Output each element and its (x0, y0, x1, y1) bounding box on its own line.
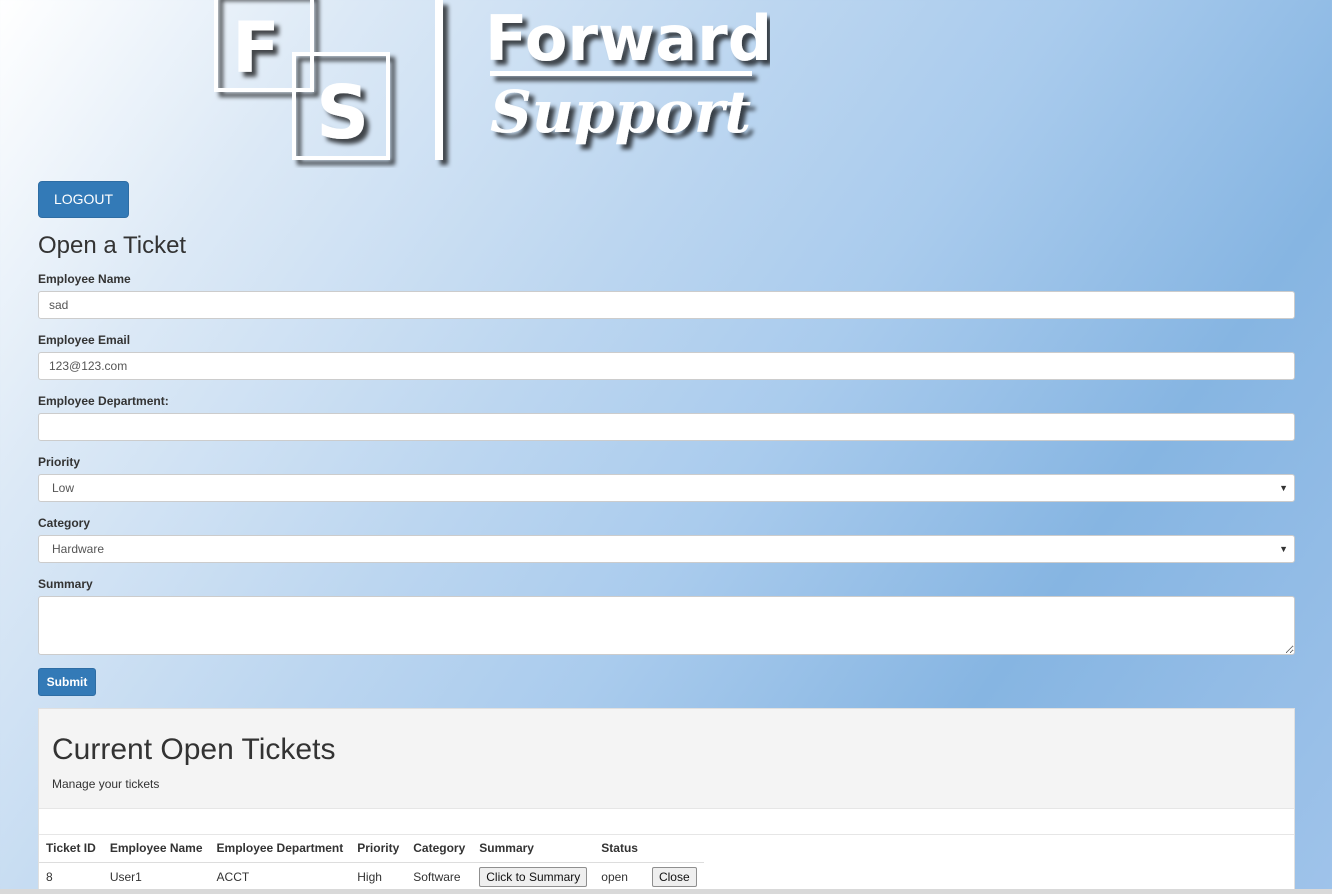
column-header-employee-department: Employee Department (209, 835, 351, 863)
employee-department-input[interactable] (38, 413, 1295, 441)
column-header-status: Status (594, 835, 645, 863)
forward-support-logo: F S Forward Support (210, 0, 770, 168)
category-select[interactable]: Hardware ▼ (38, 535, 1295, 563)
priority-label: Priority (38, 455, 81, 469)
column-header-priority: Priority (350, 835, 407, 863)
category-label: Category (38, 516, 91, 530)
submit-button[interactable]: Submit (38, 668, 96, 696)
employee-name-input[interactable]: sad (38, 291, 1295, 319)
column-header-ticket-id: Ticket ID (39, 835, 103, 863)
employee-department-label: Employee Department: (38, 394, 169, 408)
column-header-employee-name: Employee Name (102, 835, 210, 863)
logo-word-support: Support (490, 78, 751, 146)
column-header-category: Category (406, 835, 473, 863)
table-header-row: Ticket ID Employee Name Employee Departm… (39, 835, 704, 863)
tickets-table-area: Ticket ID Employee Name Employee Departm… (39, 808, 1294, 894)
employee-email-input[interactable]: 123@123.com (38, 352, 1295, 380)
cell-employee-department: ACCT (216, 870, 250, 885)
cell-actions: Close (645, 862, 704, 892)
view-summary-button[interactable]: Click to Summary (479, 867, 588, 888)
employee-name-label: Employee Name (38, 272, 131, 286)
window-bottom-edge (0, 889, 1332, 894)
priority-selected-value: Low (52, 481, 75, 495)
open-tickets-title: Current Open Tickets (52, 733, 336, 766)
employee-email-label: Employee Email (38, 333, 131, 347)
open-tickets-panel: Current Open Tickets Manage your tickets… (38, 708, 1295, 894)
cell-status: open (601, 870, 628, 885)
logo-word-forward: Forward (485, 2, 770, 75)
cell-employee-name: User1 (109, 870, 142, 885)
cell-category: Software (413, 870, 461, 885)
column-header-summary: Summary (472, 835, 595, 863)
logout-button[interactable]: LOGOUT (38, 181, 129, 218)
page-title: Open a Ticket (38, 232, 187, 259)
tickets-table: Ticket ID Employee Name Employee Departm… (39, 835, 704, 892)
priority-select[interactable]: Low ▼ (38, 474, 1295, 502)
cell-summary: Click to Summary (472, 862, 594, 892)
close-ticket-button[interactable]: Close (651, 867, 697, 888)
cell-priority: High (357, 870, 382, 885)
summary-label: Summary (38, 577, 93, 591)
cell-ticket-id: 8 (46, 870, 53, 885)
open-tickets-subtitle: Manage your tickets (52, 777, 160, 791)
chevron-down-icon: ▼ (1279, 544, 1288, 554)
summary-textarea[interactable] (38, 596, 1295, 655)
category-selected-value: Hardware (52, 542, 105, 556)
logo-letter-s: S (316, 70, 369, 156)
table-row: 8 User1 ACCT High Software Click to Summ… (39, 862, 704, 892)
column-header-actions (644, 835, 704, 863)
logo-letter-f: F (232, 7, 280, 89)
chevron-down-icon: ▼ (1279, 483, 1288, 493)
